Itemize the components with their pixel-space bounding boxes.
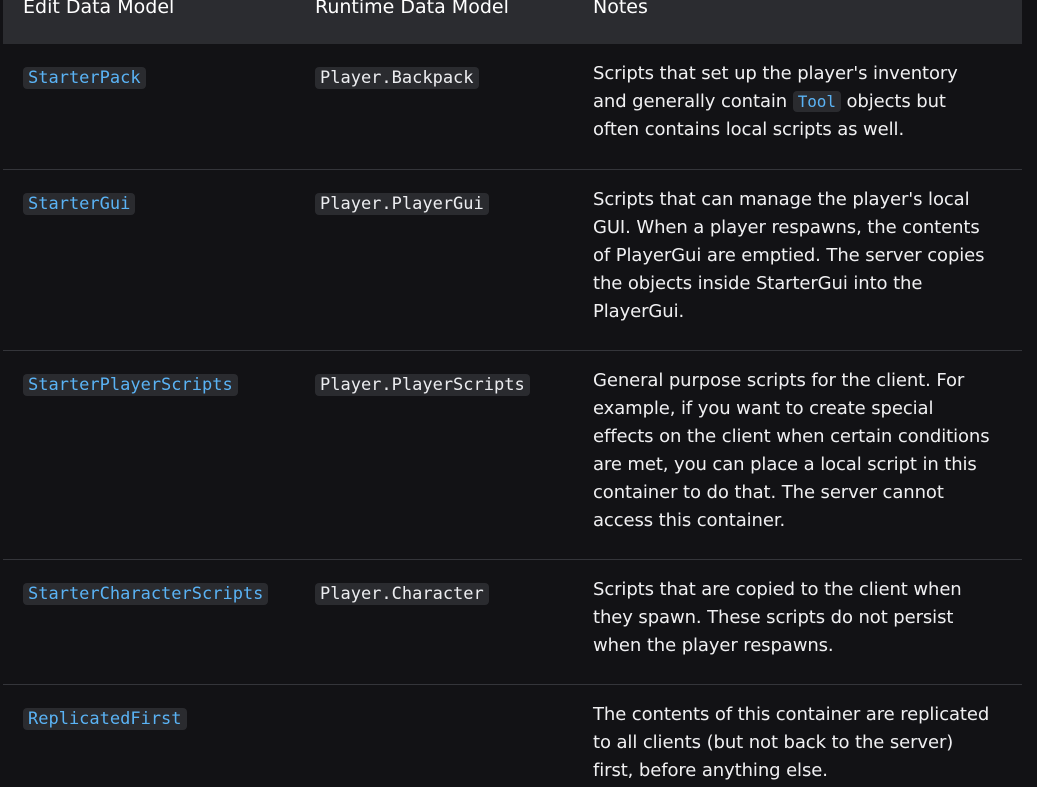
tool-link[interactable]: Tool: [792, 91, 841, 112]
notes-cell: Scripts that are copied to the client wh…: [593, 579, 962, 656]
runtime-model-code: Player.Character: [315, 583, 489, 605]
table-row: StarterCharacterScripts Player.Character…: [3, 560, 1022, 685]
runtime-model-code: Player.Backpack: [315, 67, 479, 89]
starterplayerscripts-link[interactable]: StarterPlayerScripts: [23, 374, 238, 396]
table-row: ReplicatedFirst The contents of this con…: [3, 685, 1022, 787]
replicatedfirst-link[interactable]: ReplicatedFirst: [23, 708, 187, 730]
notes-cell: Scripts that set up the player's invento…: [593, 63, 958, 140]
notes-cell: The contents of this container are repli…: [593, 704, 990, 781]
table-row: StarterGui Player.PlayerGui Scripts that…: [3, 170, 1022, 351]
notes-cell: Scripts that can manage the player's loc…: [593, 189, 985, 322]
runtime-model-code: Player.PlayerGui: [315, 193, 489, 215]
runtime-model-code: Player.PlayerScripts: [315, 374, 530, 396]
header-notes: Notes: [593, 0, 648, 18]
data-model-table: Edit Data Model Runtime Data Model Notes…: [3, 0, 1022, 787]
startergui-link[interactable]: StarterGui: [23, 193, 136, 215]
starterpack-link[interactable]: StarterPack: [23, 67, 146, 89]
header-runtime-data-model: Runtime Data Model: [315, 0, 509, 18]
table-row: StarterPack Player.Backpack Scripts that…: [3, 44, 1022, 170]
header-edit-data-model: Edit Data Model: [23, 0, 175, 18]
startercharacterscripts-link[interactable]: StarterCharacterScripts: [23, 583, 269, 605]
table-row: StarterPlayerScripts Player.PlayerScript…: [3, 351, 1022, 560]
notes-cell: General purpose scripts for the client. …: [593, 370, 990, 531]
table-header: Edit Data Model Runtime Data Model Notes: [3, 0, 1022, 44]
